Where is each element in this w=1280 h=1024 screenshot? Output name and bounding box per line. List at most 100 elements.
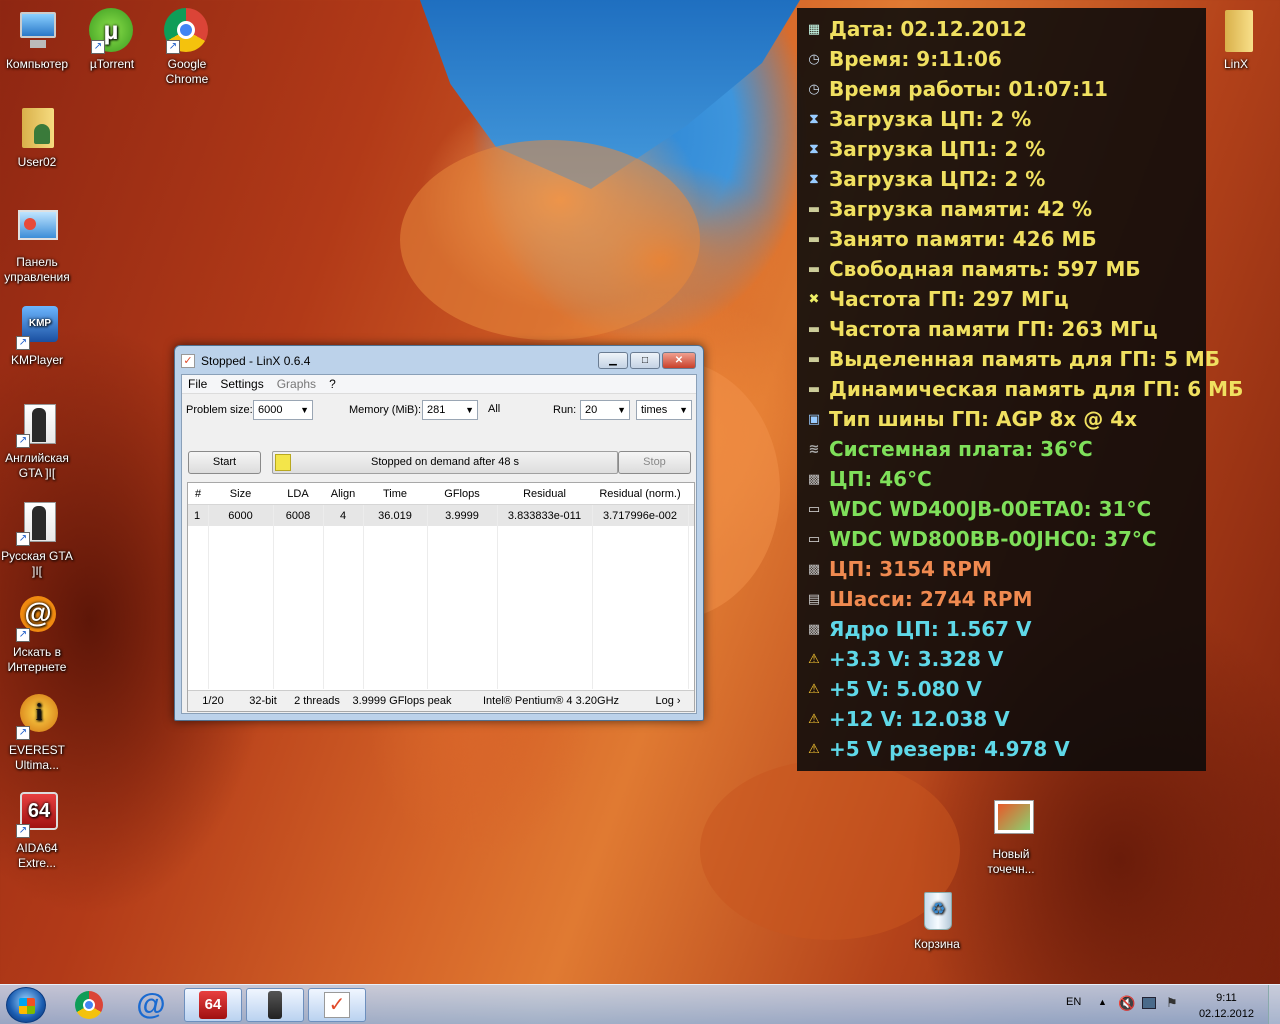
- taskbar-chrome[interactable]: [60, 988, 118, 1022]
- memory-icon: ▬: [807, 351, 821, 367]
- network-icon[interactable]: [1142, 997, 1156, 1009]
- sensor-text: Выделенная память для ГП: 5 МБ: [829, 347, 1220, 371]
- icon-label: Google Chrome: [165, 57, 209, 86]
- volume-muted-icon[interactable]: 🔇: [1118, 995, 1135, 1012]
- sensor-text: Частота ГП: 297 МГц: [829, 287, 1069, 311]
- linx-window[interactable]: ✓ Stopped - LinX 0.6.4 ▁ □ ✕ File Settin…: [174, 345, 704, 721]
- sensor-row: ⚠ +5 V: 5.080 V: [803, 674, 1200, 704]
- column-header[interactable]: GFlops: [427, 488, 497, 500]
- desktop-icon-search-web[interactable]: @ ↗ Искать в Интернете: [0, 596, 74, 675]
- memory-icon: ▬: [807, 381, 821, 397]
- chassis-icon: ▤: [807, 591, 821, 607]
- desktop-icon-gta-english[interactable]: ↗ Английская GTA ]I[: [0, 402, 74, 481]
- stop-button[interactable]: Stop: [618, 451, 691, 474]
- sensor-row: ▭ WDC WD400JB-00ETA0: 31°C: [803, 494, 1200, 524]
- sensor-text: Частота памяти ГП: 263 МГц: [829, 317, 1158, 341]
- show-desktop-button[interactable]: [1268, 985, 1280, 1024]
- desktop-icon-utorrent[interactable]: µ ↗ µTorrent: [75, 8, 149, 72]
- shortcut-arrow-icon: ↗: [16, 824, 30, 838]
- desktop-icon-everest[interactable]: i ↗ EVEREST Ultima...: [0, 694, 74, 773]
- memory-select[interactable]: 281 ▼: [422, 400, 478, 420]
- sensor-row: ⧗ Загрузка ЦП: 2 %: [803, 104, 1200, 134]
- menu-help[interactable]: ?: [329, 377, 336, 391]
- control-panel-icon: [14, 206, 60, 252]
- log-button[interactable]: Log ›: [644, 695, 692, 707]
- sensor-row: ⚠ +3.3 V: 3.328 V: [803, 644, 1200, 674]
- taskbar-aida64[interactable]: 64: [184, 988, 242, 1022]
- column-header[interactable]: LDA: [273, 488, 323, 500]
- problem-size-select[interactable]: 6000 ▼: [253, 400, 313, 420]
- start-button[interactable]: Start: [188, 451, 261, 474]
- icon-label: Русская GTA ]I[: [1, 549, 73, 578]
- warning-icon: ⚠: [808, 651, 820, 667]
- desktop-icon-control-panel[interactable]: Панель управления: [0, 206, 74, 285]
- desktop-icon-recycle-bin[interactable]: ♻ Корзина: [900, 888, 974, 952]
- warning-icon: ⚠: [808, 711, 820, 727]
- sensor-text: +12 V: 12.038 V: [829, 707, 1010, 731]
- desktop-icon-kmplayer[interactable]: KMP ↗ KMPlayer: [0, 304, 74, 368]
- desktop-icon-linx-folder[interactable]: LinX: [1199, 8, 1273, 72]
- folder-icon: [1213, 8, 1259, 54]
- sensor-row: ▩ Ядро ЦП: 1.567 V: [803, 614, 1200, 644]
- column-divider: [363, 505, 364, 689]
- column-header[interactable]: #: [188, 488, 208, 500]
- desktop-icon-bitmap[interactable]: Новый точечн...: [974, 798, 1048, 877]
- sensor-text: +5 V: 5.080 V: [829, 677, 982, 701]
- window-title: Stopped - LinX 0.6.4: [201, 354, 311, 368]
- table-cell: 4: [339, 509, 347, 522]
- taskbar-cpu-tool[interactable]: [246, 988, 304, 1022]
- sensor-text: ЦП: 3154 RPM: [829, 557, 992, 581]
- sensor-text: Загрузка памяти: 42 %: [829, 197, 1093, 221]
- action-center-flag-icon[interactable]: ⚑: [1166, 995, 1178, 1011]
- status-threads: 2 threads: [294, 695, 340, 707]
- minimize-button[interactable]: ▁: [598, 352, 628, 369]
- bitmap-file-icon: [988, 798, 1034, 844]
- taskbar-mail-agent[interactable]: @: [122, 988, 180, 1022]
- desktop-icon-computer[interactable]: Компьютер: [0, 8, 74, 72]
- taskbar: @ 64 ✓ EN ▲ 🔇 ⚑ 9:11 02.12.2012: [0, 984, 1280, 1024]
- language-indicator[interactable]: EN: [1066, 996, 1081, 1008]
- all-checkbox-label[interactable]: All: [488, 403, 500, 415]
- icon-label: Корзина: [914, 937, 960, 951]
- taskbar-linx[interactable]: ✓: [308, 988, 366, 1022]
- progress-text: Stopped on demand after 48 s: [371, 456, 519, 468]
- sensor-row: ▣ Тип шины ГП: AGP 8x @ 4x: [803, 404, 1200, 434]
- motherboard-icon: ≋: [808, 441, 820, 457]
- table-row[interactable]: 1 6000 6008 4 36.019 3.9999 3.833833e-01…: [188, 505, 694, 526]
- chevron-down-icon: ▼: [465, 405, 474, 415]
- desktop-icon-user02[interactable]: User02: [0, 106, 74, 170]
- column-header[interactable]: Align: [323, 488, 363, 500]
- sensor-text: Тип шины ГП: AGP 8x @ 4x: [829, 407, 1138, 431]
- sensor-row: ⧗ Загрузка ЦП1: 2 %: [803, 134, 1200, 164]
- column-header[interactable]: Residual: [497, 488, 592, 500]
- system-clock[interactable]: 9:11 02.12.2012: [1199, 990, 1254, 1022]
- hourglass-icon: ⧗: [809, 171, 819, 187]
- column-header[interactable]: Time: [363, 488, 427, 500]
- results-table[interactable]: # Size LDA Align Time GFlops Residual Re…: [187, 482, 695, 712]
- desktop-icon-chrome[interactable]: ↗ Google Chrome: [150, 8, 224, 87]
- menu-graphs[interactable]: Graphs: [277, 377, 316, 391]
- linx-icon: ✓: [324, 992, 350, 1018]
- desktop-icon-gta-russian[interactable]: ↗ Русская GTA ]I[: [0, 500, 74, 579]
- sensor-row: ⚠ +12 V: 12.038 V: [803, 704, 1200, 734]
- memory-icon: ▬: [807, 321, 821, 337]
- menu-settings[interactable]: Settings: [220, 377, 263, 391]
- show-hidden-icons[interactable]: ▲: [1098, 997, 1107, 1007]
- column-header[interactable]: Residual (norm.): [592, 488, 688, 500]
- shortcut-arrow-icon: ↗: [16, 336, 30, 350]
- user-folder-icon: [14, 106, 60, 152]
- shortcut-arrow-icon: ↗: [166, 40, 180, 54]
- column-divider: [273, 505, 274, 689]
- sensor-row: ▩ ЦП: 46°C: [803, 464, 1200, 494]
- run-unit-select[interactable]: times ▼: [636, 400, 692, 420]
- start-button[interactable]: [6, 987, 46, 1023]
- column-header[interactable]: Size: [208, 488, 273, 500]
- run-count-select[interactable]: 20 ▼: [580, 400, 630, 420]
- maximize-button[interactable]: □: [630, 352, 660, 369]
- sensor-text: Динамическая память для ГП: 6 МБ: [829, 377, 1244, 401]
- desktop-icon-aida64[interactable]: 64 ↗ AIDA64 Extre...: [0, 792, 74, 871]
- warning-icon: ⚠: [808, 681, 820, 697]
- menu-file[interactable]: File: [188, 377, 207, 391]
- close-button[interactable]: ✕: [662, 352, 696, 369]
- icon-label: Панель управления: [4, 255, 70, 284]
